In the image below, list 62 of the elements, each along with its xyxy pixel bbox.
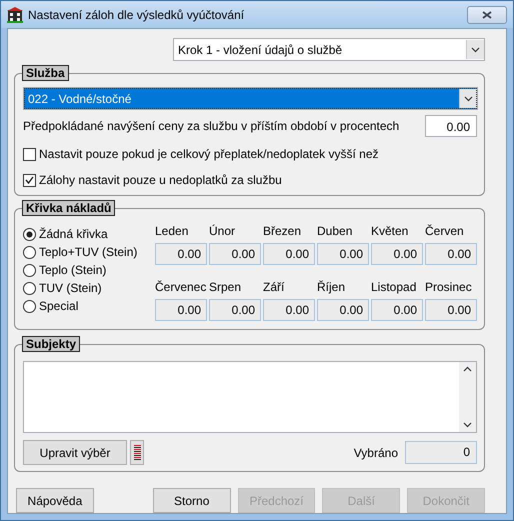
month-label: Květen — [371, 225, 410, 238]
radio-label: Teplo (Stein) — [39, 263, 106, 277]
month-field[interactable]: 0.00 — [371, 243, 423, 265]
month-field[interactable]: 0.00 — [209, 243, 261, 265]
dialog-button[interactable]: Storno — [152, 488, 231, 513]
radio-label: Žádná křivka — [39, 227, 108, 241]
month-field[interactable]: 0.00 — [425, 243, 477, 265]
month-label: Srpen — [209, 281, 242, 294]
group-title: Subjekty — [22, 336, 80, 352]
group-title: Křivka nákladů — [22, 200, 116, 216]
month-label: Říjen — [317, 281, 346, 294]
step-dropdown[interactable]: Krok 1 - vložení údajů o službě — [173, 38, 485, 61]
month-label: Září — [263, 281, 286, 294]
list-icon — [134, 444, 140, 460]
month-label: Červen — [425, 225, 465, 238]
close-icon — [482, 10, 492, 18]
month-field[interactable]: 0.00 — [317, 243, 369, 265]
month-field[interactable]: 0.00 — [263, 243, 315, 265]
list-button[interactable] — [130, 440, 144, 465]
month-field[interactable]: 0.00 — [263, 299, 315, 321]
month-label: Leden — [155, 225, 190, 238]
month-field[interactable]: 0.00 — [317, 299, 369, 321]
month-field[interactable]: 0.00 — [425, 299, 477, 321]
edit-selection-button[interactable]: Upravit výběr — [23, 440, 127, 465]
scrollbar[interactable] — [459, 362, 476, 432]
group-title: Služba — [22, 65, 69, 81]
check-icon — [25, 176, 34, 184]
month-field[interactable]: 0.00 — [155, 243, 207, 265]
month-field[interactable]: 0.00 — [371, 299, 423, 321]
chevron-down-icon — [463, 422, 472, 428]
input-field[interactable]: 0.00 — [425, 115, 477, 137]
radio-button[interactable] — [23, 246, 36, 258]
radio-button[interactable] — [23, 300, 36, 312]
radio-button[interactable] — [23, 282, 36, 294]
checkbox-label: Zálohy nastavit pouze u nedoplatků za službu — [39, 173, 282, 187]
field-label: Předpokládané navýšení ceny za službu v příštím období v procentech — [23, 119, 400, 133]
month-label: Duben — [317, 225, 354, 238]
month-field[interactable]: 0.00 — [155, 299, 207, 321]
dialog-button[interactable]: Nápověda — [16, 488, 94, 513]
radio-label: Special — [39, 299, 78, 313]
close-button[interactable] — [467, 6, 507, 24]
month-label: Listopad — [371, 281, 418, 294]
radio-button[interactable] — [23, 264, 36, 276]
month-label: Březen — [263, 225, 302, 238]
service-dropdown[interactable]: 022 - Vodné/stočné — [23, 87, 478, 110]
month-label: Červenec — [155, 281, 207, 294]
chevron-down-icon — [464, 96, 473, 102]
chevron-down-icon — [471, 46, 480, 52]
checkbox-label: Nastavit pouze pokud je celkový přeplatek/nedoplatek vyšší než — [39, 147, 379, 161]
month-label: Únor — [209, 225, 236, 238]
count-field: 0 — [405, 441, 477, 464]
radio-button[interactable] — [23, 228, 36, 240]
chevron-up-icon — [463, 366, 472, 372]
month-field[interactable]: 0.00 — [209, 299, 261, 321]
radio-label: Teplo+TUV (Stein) — [39, 245, 138, 259]
window-title: Nastavení záloh dle výsledků vyúčtování — [28, 8, 246, 22]
checkbox[interactable] — [23, 174, 36, 186]
field-label: Vybráno — [354, 446, 398, 460]
radio-label: TUV (Stein) — [39, 281, 102, 295]
month-label: Prosinec — [425, 281, 473, 294]
building-icon — [7, 6, 23, 22]
checkbox[interactable] — [23, 148, 36, 160]
